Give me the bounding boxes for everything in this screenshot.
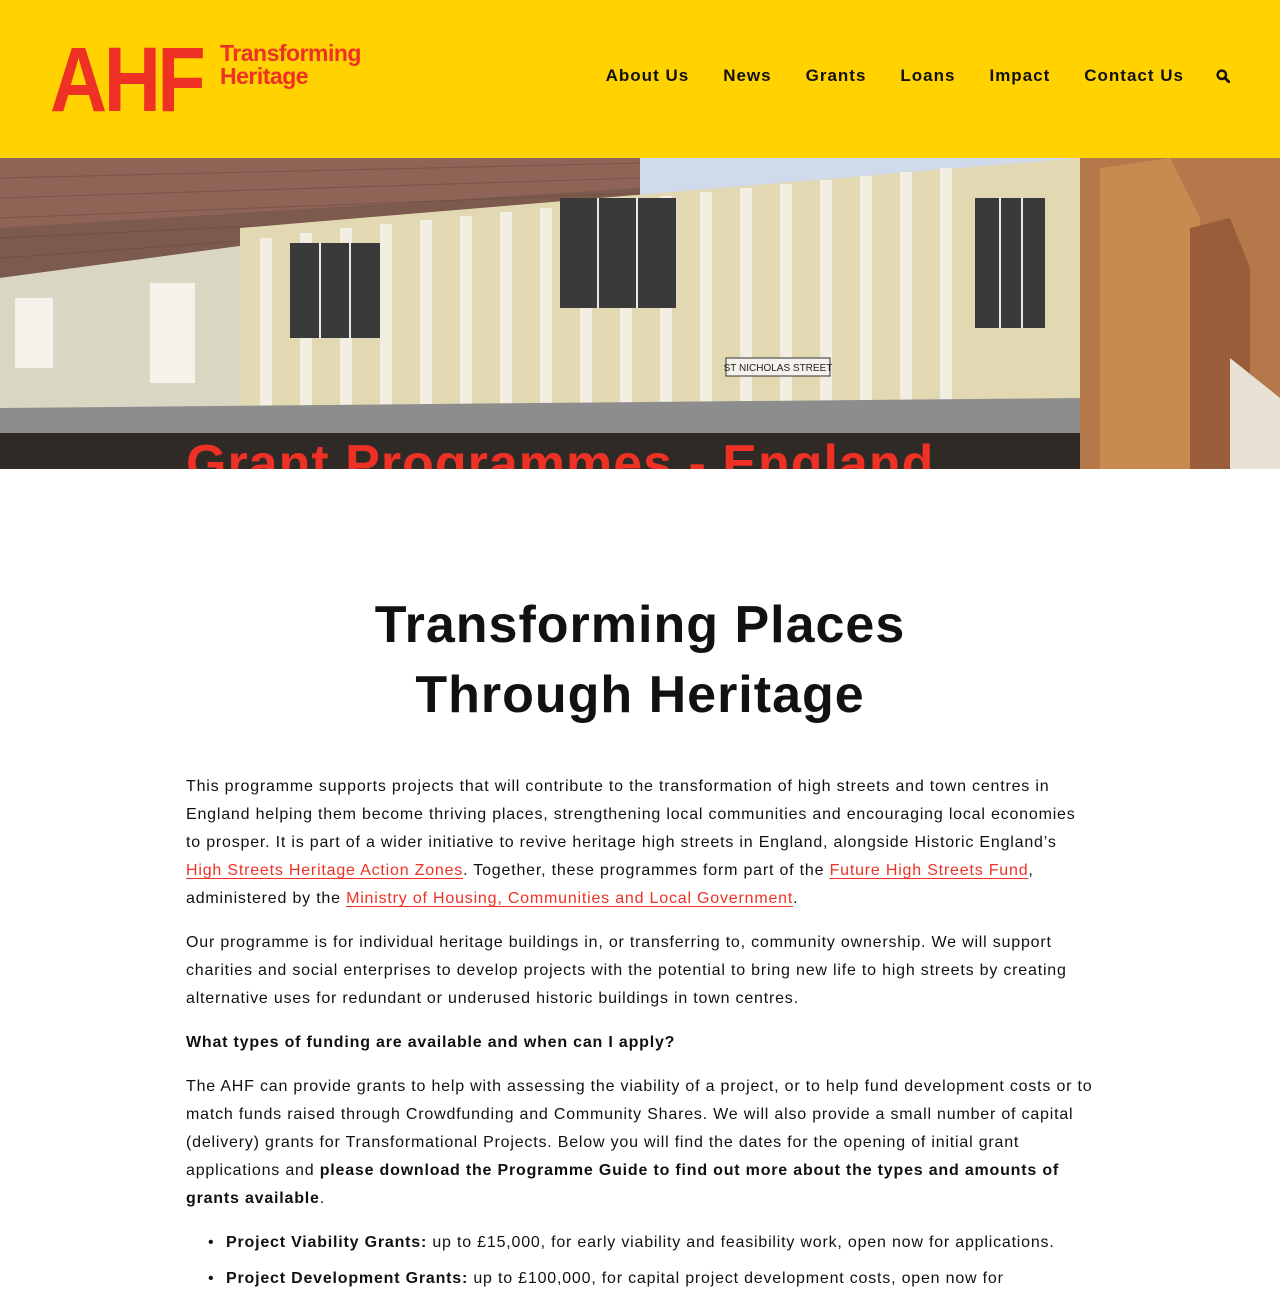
hero-building-illustration: ST NICHOLAS STREET — [0, 158, 1280, 469]
nav-about-us[interactable]: About Us — [606, 66, 690, 86]
nav-grants[interactable]: Grants — [806, 66, 867, 86]
logo-mark: AHF — [50, 29, 206, 131]
search-icon[interactable] — [1216, 69, 1231, 84]
intro-text-1: This programme supports projects that wi… — [186, 778, 1076, 851]
logo-tagline-line1: Transforming — [220, 40, 361, 66]
ahf-logo[interactable]: AHF Transforming Heritage — [50, 34, 370, 126]
list-item: Project Viability Grants: up to £15,000,… — [206, 1229, 1094, 1257]
grant-description: up to £15,000, for early viability and f… — [427, 1234, 1055, 1251]
main-content: Transforming Places Through Heritage Thi… — [186, 590, 1094, 1301]
grant-description: up to £100,000, for capital project deve… — [468, 1270, 1004, 1287]
grant-types-list: Project Viability Grants: up to £15,000,… — [186, 1229, 1094, 1293]
funding-question: What types of funding are available and … — [186, 1029, 1094, 1057]
logo-tagline-line2: Heritage — [220, 63, 309, 89]
nav-contact-us[interactable]: Contact Us — [1084, 66, 1184, 86]
link-high-streets-heritage-action-zones[interactable]: High Streets Heritage Action Zones — [186, 862, 463, 879]
list-item: Project Development Grants: up to £100,0… — [206, 1265, 1094, 1293]
intro-text-4: . — [793, 890, 799, 907]
page-heading: Transforming Places Through Heritage — [186, 590, 1094, 730]
street-sign-text: ST NICHOLAS STREET — [724, 363, 833, 374]
nav-loans[interactable]: Loans — [900, 66, 955, 86]
funding-text-2: . — [319, 1190, 325, 1207]
funding-question-text: What types of funding are available and … — [186, 1034, 676, 1051]
nav-news[interactable]: News — [723, 66, 771, 86]
nav-impact[interactable]: Impact — [989, 66, 1050, 86]
grant-name: Project Development Grants: — [226, 1270, 469, 1287]
link-future-high-streets-fund[interactable]: Future High Streets Fund — [830, 862, 1029, 879]
site-header: AHF Transforming Heritage About Us News … — [0, 0, 1280, 158]
intro-text-2: . Together, these programmes form part o… — [463, 862, 830, 879]
hero-title: Grant Programmes - England — [186, 435, 935, 469]
page-heading-line2: Through Heritage — [415, 666, 865, 724]
programme-paragraph: Our programme is for individual heritage… — [186, 934, 1067, 1007]
main-nav: About Us News Grants Loans Impact Contac… — [572, 66, 1231, 86]
grant-name: Project Viability Grants: — [226, 1234, 428, 1251]
logo-tagline: Transforming Heritage — [220, 42, 361, 88]
page-heading-line1: Transforming Places — [374, 596, 906, 654]
link-mhclg[interactable]: Ministry of Housing, Communities and Loc… — [346, 890, 793, 907]
hero-banner: ST NICHOLAS STREET Grant Programmes - En… — [0, 158, 1280, 469]
intro-paragraph: This programme supports projects that wi… — [186, 773, 1094, 913]
funding-paragraph: The AHF can provide grants to help with … — [186, 1073, 1094, 1213]
